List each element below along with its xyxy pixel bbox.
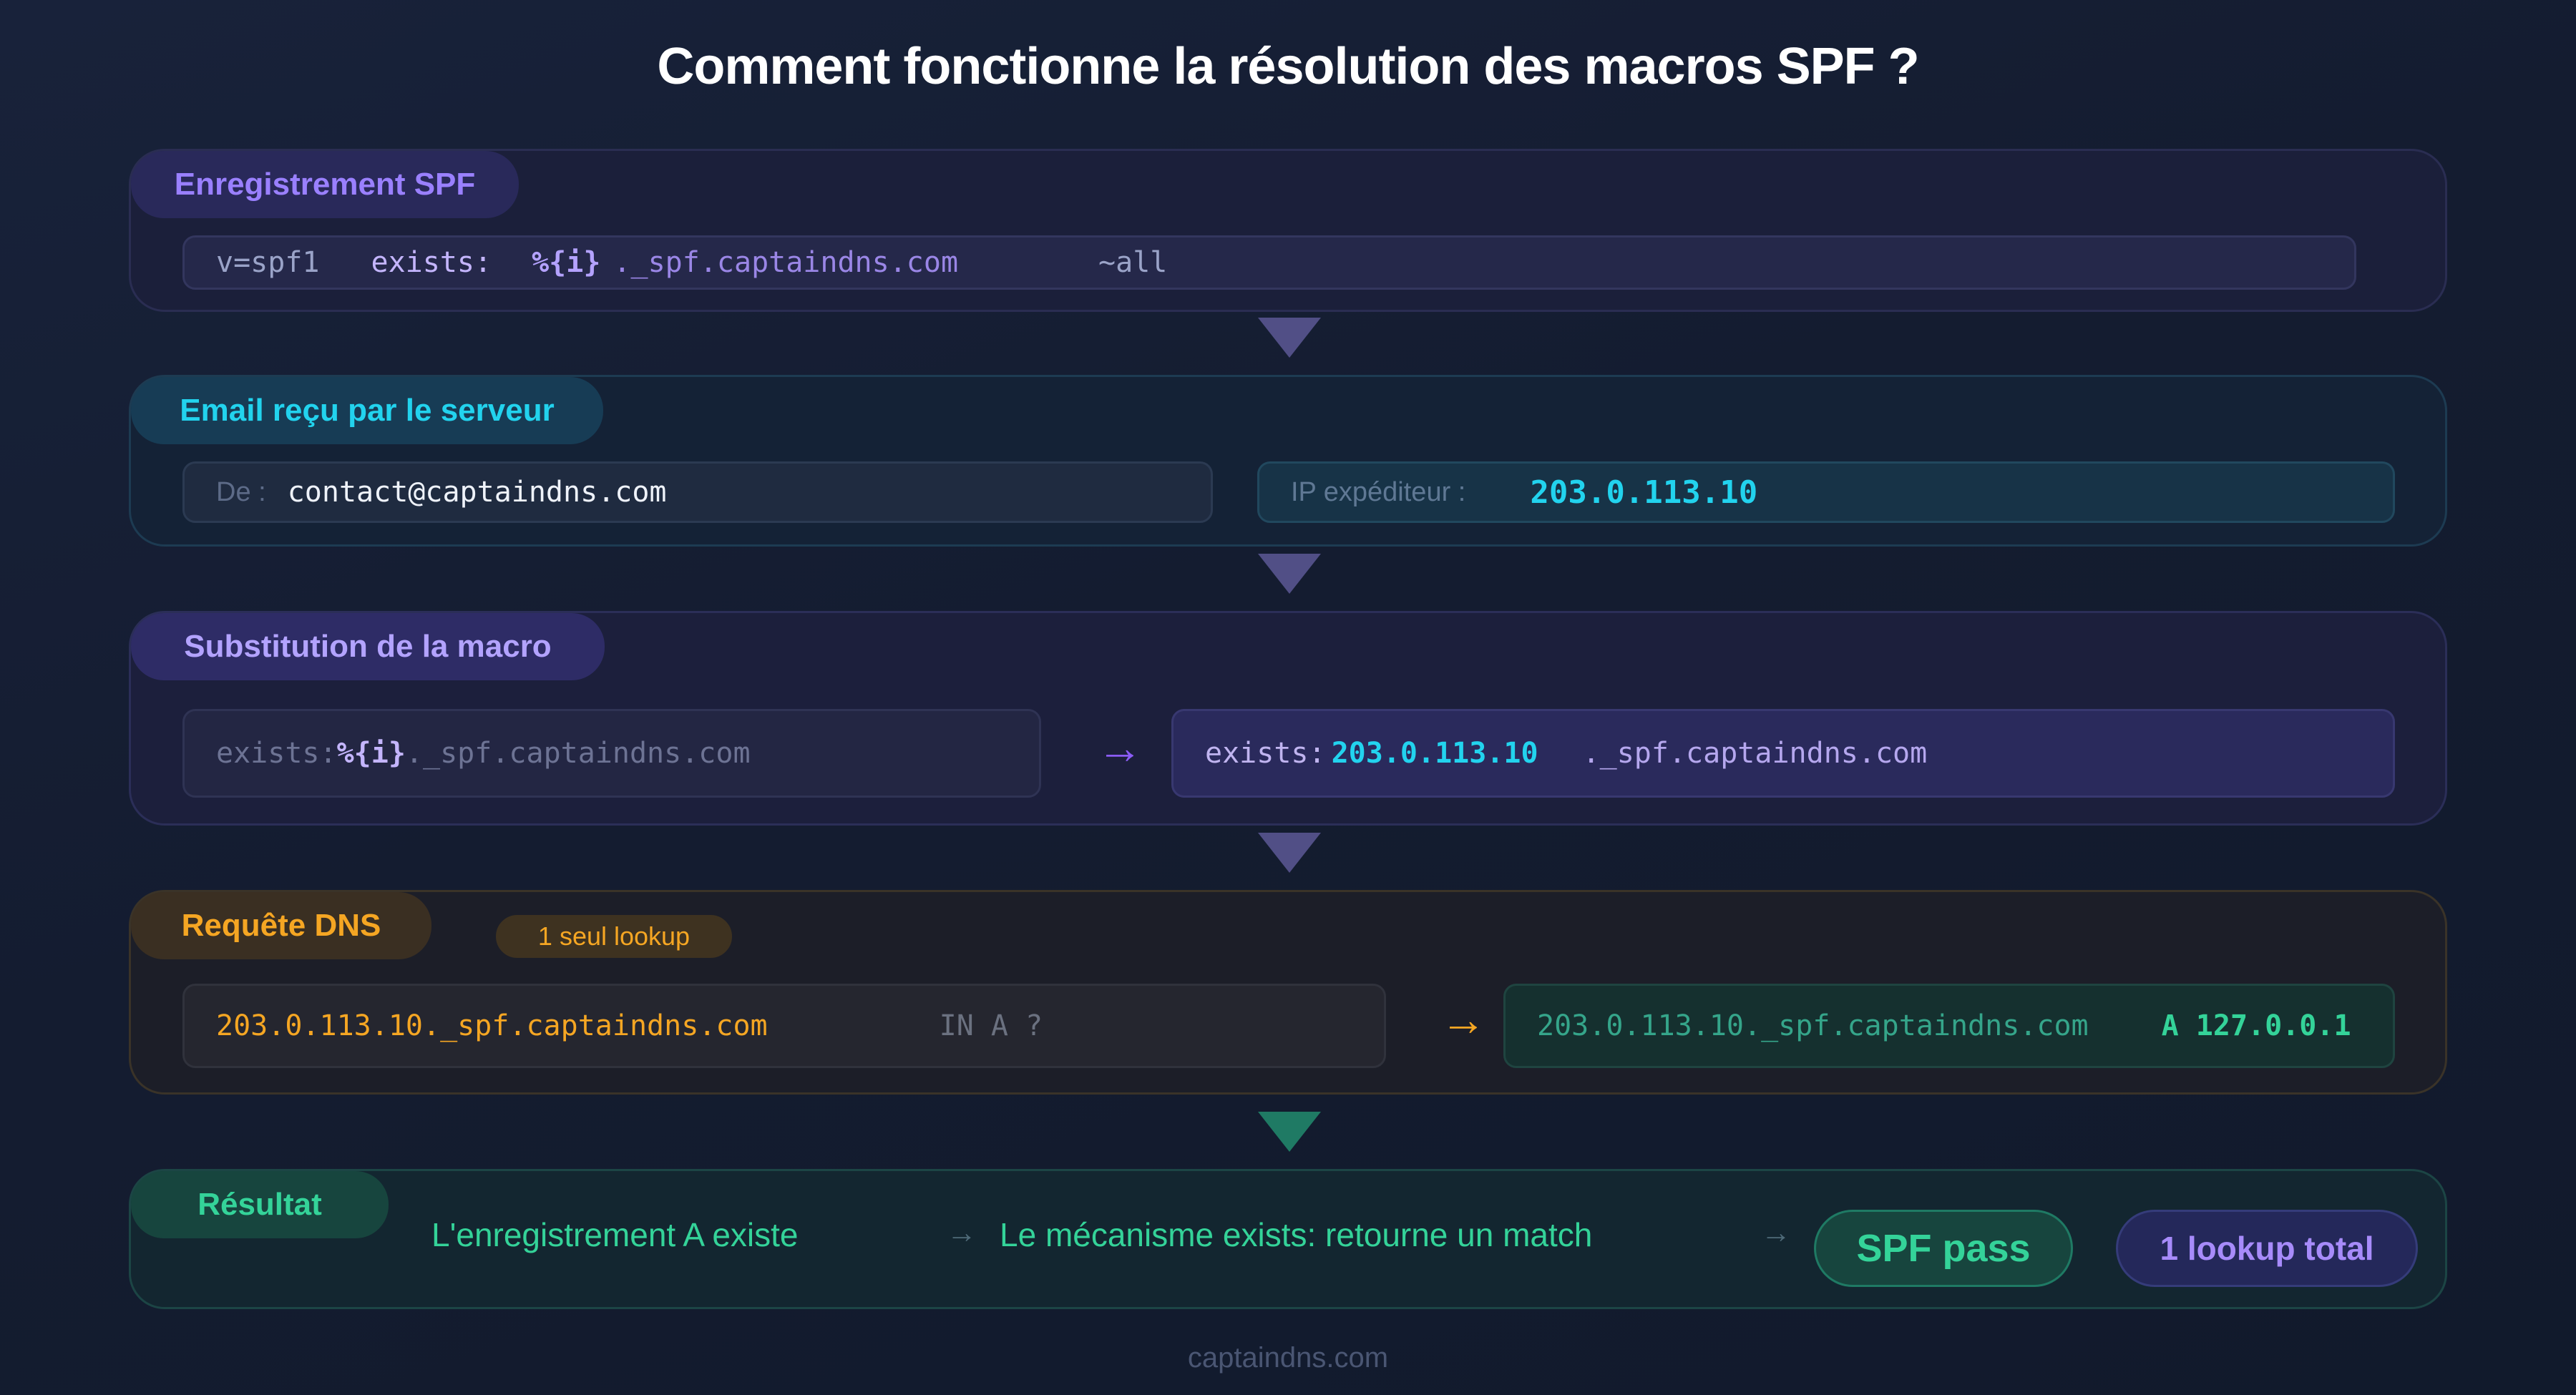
macro-before-domain: ._spf.captaindns.com	[405, 737, 751, 770]
connector-arrow-1	[1258, 318, 1321, 358]
sender-ip-label: IP expéditeur :	[1291, 476, 1466, 507]
macro-before-exists: exists:	[216, 737, 337, 770]
macro-after-domain: ._spf.captaindns.com	[1582, 737, 1928, 770]
spf-macro-token: %{i}	[532, 246, 601, 279]
dns-query-section: Requête DNS 1 seul lookup 203.0.113.10._…	[129, 890, 2447, 1095]
substitution-arrow-icon: →	[1097, 722, 1143, 773]
macro-after-box: exists: 203.0.113.10 ._spf.captaindns.co…	[1171, 709, 2395, 798]
connector-arrow-4	[1258, 1112, 1321, 1152]
result-step-a-record: L'enregistrement A existe	[431, 1216, 799, 1253]
result-arrow-1-icon: →	[947, 1215, 977, 1249]
sender-from-box: De : contact@captaindns.com	[182, 461, 1213, 523]
spf-exists-token: exists:	[371, 246, 492, 279]
spf-record-section: Enregistrement SPF v=spf1 exists: %{i} .…	[129, 149, 2447, 312]
sender-from-value: contact@captaindns.com	[287, 476, 667, 509]
dns-answer-name: 203.0.113.10._spf.captaindns.com	[1537, 1009, 2089, 1042]
result-arrow-2-icon: →	[1761, 1215, 1791, 1249]
spf-all-token: ~all	[1098, 246, 1168, 279]
macro-after-ip: 203.0.113.10	[1331, 737, 1538, 770]
dns-query-name: 203.0.113.10._spf.captaindns.com	[216, 1009, 768, 1042]
spf-pass-badge: SPF pass	[1814, 1210, 2073, 1287]
email-received-label: Email reçu par le serveur	[131, 377, 603, 444]
footer-credit: captaindns.com	[1187, 1342, 1389, 1374]
dns-query-type: IN A ?	[939, 1009, 1043, 1042]
email-received-section: Email reçu par le serveur De : contact@c…	[129, 375, 2447, 547]
macro-before-placeholder: %{i}	[336, 737, 406, 770]
single-lookup-badge: 1 seul lookup	[496, 915, 732, 958]
result-step-match: Le mécanisme exists: retourne un match	[1000, 1216, 1593, 1253]
sender-ip-box: IP expéditeur : 203.0.113.10	[1257, 461, 2395, 523]
connector-arrow-2	[1258, 554, 1321, 594]
result-label: Résultat	[131, 1171, 389, 1238]
spf-record-box: v=spf1 exists: %{i} ._spf.captaindns.com…	[182, 235, 2356, 290]
macro-before-box: exists: %{i} ._spf.captaindns.com	[182, 709, 1041, 798]
dns-answer-arrow-icon: →	[1440, 994, 1486, 1045]
dns-answer-box: 203.0.113.10._spf.captaindns.com A 127.0…	[1503, 984, 2395, 1068]
macro-after-exists: exists:	[1205, 737, 1326, 770]
dns-answer-value: A 127.0.0.1	[2161, 1009, 2351, 1042]
spf-domain-token: ._spf.captaindns.com	[613, 246, 959, 279]
lookup-total-badge: 1 lookup total	[2116, 1210, 2418, 1287]
dns-query-label: Requête DNS	[131, 892, 431, 959]
sender-ip-value: 203.0.113.10	[1530, 474, 1758, 511]
dns-query-box: 203.0.113.10._spf.captaindns.com IN A ?	[182, 984, 1386, 1068]
macro-substitution-section: Substitution de la macro exists: %{i} ._…	[129, 611, 2447, 826]
macro-substitution-label: Substitution de la macro	[131, 613, 605, 680]
connector-arrow-3	[1258, 833, 1321, 873]
page-title: Comment fonctionne la résolution des mac…	[657, 38, 1919, 95]
sender-from-label: De :	[216, 476, 266, 507]
spf-version-token: v=spf1	[216, 246, 320, 279]
result-section: Résultat L'enregistrement A existe → Le …	[129, 1169, 2447, 1309]
spf-record-label: Enregistrement SPF	[131, 151, 519, 218]
